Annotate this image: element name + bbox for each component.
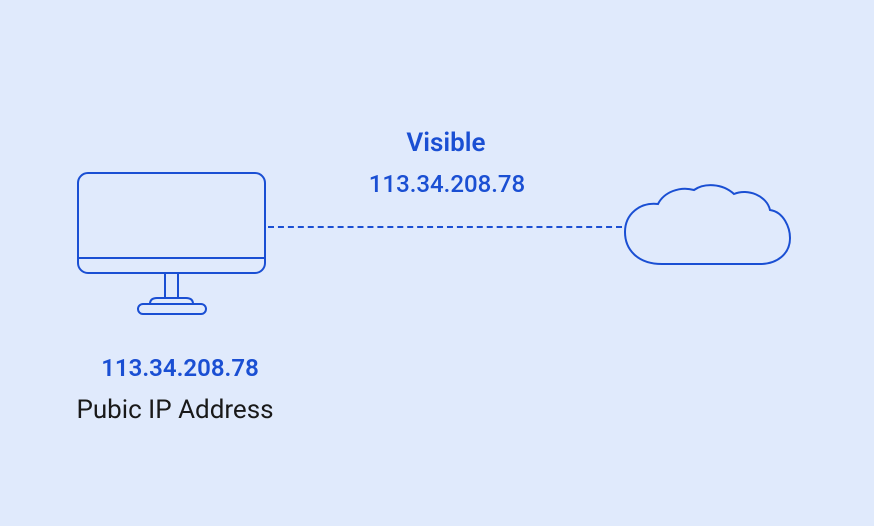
cloud-icon bbox=[622, 184, 794, 278]
ip-address-diagram: Visible 113.34.208.78 113.34.208.78 Pubi… bbox=[0, 0, 874, 526]
public-ip-label: Pubic IP Address bbox=[50, 395, 300, 425]
computer-ip-address: 113.34.208.78 bbox=[75, 354, 285, 382]
connection-line bbox=[268, 226, 622, 228]
visible-ip-address: 113.34.208.78 bbox=[347, 170, 547, 198]
visible-label: Visible bbox=[381, 128, 511, 158]
computer-icon bbox=[75, 170, 268, 334]
